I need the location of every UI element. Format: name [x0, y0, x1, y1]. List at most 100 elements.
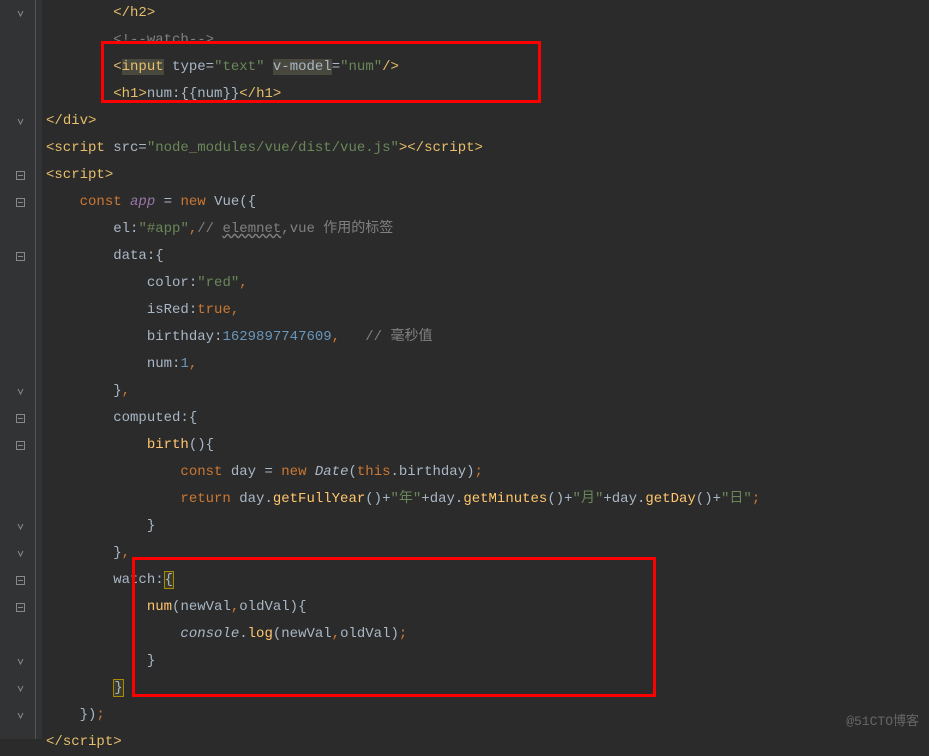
fold-close-icon[interactable]	[16, 387, 26, 397]
fold-open-icon[interactable]	[16, 252, 26, 262]
code-token: "#app"	[138, 221, 188, 237]
code-token: "red"	[197, 275, 239, 291]
code-token: })	[80, 707, 97, 723]
fold-open-icon[interactable]	[16, 171, 26, 181]
code-line[interactable]: watch:{	[46, 567, 929, 594]
code-line[interactable]: }	[46, 648, 929, 675]
code-token: return	[180, 491, 239, 507]
gutter-line	[0, 189, 42, 216]
code-token: (){	[189, 437, 214, 453]
code-token: oldVal)	[340, 626, 399, 642]
code-line[interactable]: num(newVal,oldVal){	[46, 594, 929, 621]
gutter-line	[0, 162, 42, 189]
code-token: ,	[231, 599, 239, 615]
fold-open-icon[interactable]	[16, 198, 26, 208]
fold-open-icon[interactable]	[16, 441, 26, 451]
gutter-line	[0, 297, 42, 324]
code-token: script	[54, 167, 104, 183]
gutter-line	[0, 702, 42, 729]
code-token: 1	[180, 356, 188, 372]
code-token: ,	[189, 221, 197, 237]
code-line[interactable]: </div>	[46, 108, 929, 135]
code-token: getFullYear	[273, 491, 365, 507]
gutter-line	[0, 594, 42, 621]
fold-close-icon[interactable]	[16, 549, 26, 559]
fold-close-icon[interactable]	[16, 117, 26, 127]
code-line[interactable]: </h2>	[46, 0, 929, 27]
code-token: const	[180, 464, 230, 480]
code-line[interactable]: return day.getFullYear()+"年"+day.getMinu…	[46, 486, 929, 513]
code-token: ()+	[696, 491, 721, 507]
code-token	[164, 59, 172, 75]
gutter-line	[0, 27, 42, 54]
code-line[interactable]: }	[46, 513, 929, 540]
code-token: type=	[172, 59, 214, 75]
code-token: new	[180, 194, 214, 210]
code-line[interactable]: isRed:true,	[46, 297, 929, 324]
code-token: day.	[239, 491, 273, 507]
code-line[interactable]: }	[46, 675, 929, 702]
code-line[interactable]: const app = new Vue({	[46, 189, 929, 216]
code-token: (	[348, 464, 356, 480]
code-line[interactable]: },	[46, 540, 929, 567]
code-area[interactable]: </h2> <!--watch--> <input type="text" v-…	[42, 0, 929, 739]
code-token: }	[113, 383, 121, 399]
code-line[interactable]: birth(){	[46, 432, 929, 459]
code-token: getDay	[645, 491, 695, 507]
code-token: true	[197, 302, 231, 318]
code-line[interactable]: </script>	[46, 729, 929, 756]
gutter-line	[0, 81, 42, 108]
code-line[interactable]: <script src="node_modules/vue/dist/vue.j…	[46, 135, 929, 162]
code-token: day =	[231, 464, 281, 480]
code-token: log	[248, 626, 273, 642]
code-line[interactable]: <!--watch-->	[46, 27, 929, 54]
code-token: }	[113, 545, 121, 561]
code-token: <	[113, 86, 121, 102]
gutter-line	[0, 405, 42, 432]
fold-open-icon[interactable]	[16, 603, 26, 613]
fold-close-icon[interactable]	[16, 684, 26, 694]
fold-close-icon[interactable]	[16, 711, 26, 721]
code-token: Date	[315, 464, 349, 480]
code-line[interactable]: <h1>num:{{num}}</h1>	[46, 81, 929, 108]
code-line[interactable]: },	[46, 378, 929, 405]
gutter-line	[0, 243, 42, 270]
code-token: >	[88, 113, 96, 129]
code-line[interactable]: num:1,	[46, 351, 929, 378]
code-line[interactable]: birthday:1629897747609, // 毫秒值	[46, 324, 929, 351]
code-token: elemnet	[222, 221, 281, 237]
code-line[interactable]: data:{	[46, 243, 929, 270]
code-token: (newVal	[273, 626, 332, 642]
fold-close-icon[interactable]	[16, 9, 26, 19]
code-line[interactable]: });	[46, 702, 929, 729]
code-token: script	[54, 140, 113, 156]
code-line[interactable]: console.log(newVal,oldVal);	[46, 621, 929, 648]
code-token: ,vue 作用的标签	[281, 221, 393, 237]
code-token: "日"	[721, 491, 752, 507]
code-token: watch:	[113, 572, 163, 588]
code-token: </	[46, 734, 63, 750]
code-token: this	[357, 464, 391, 480]
gutter	[0, 0, 42, 739]
code-line[interactable]: el:"#app",// elemnet,vue 作用的标签	[46, 216, 929, 243]
code-line[interactable]: <input type="text" v-model="num"/>	[46, 54, 929, 81]
code-token: app	[130, 194, 155, 210]
fold-close-icon[interactable]	[16, 657, 26, 667]
code-token: oldVal){	[239, 599, 306, 615]
code-token: =	[155, 194, 180, 210]
code-line[interactable]: computed:{	[46, 405, 929, 432]
code-token: isRed:	[147, 302, 197, 318]
fold-close-icon[interactable]	[16, 522, 26, 532]
fold-open-icon[interactable]	[16, 576, 26, 586]
code-token: >	[113, 734, 121, 750]
watermark: @51CTO博客	[846, 710, 919, 729]
fold-open-icon[interactable]	[16, 414, 26, 424]
code-line[interactable]: <script>	[46, 162, 929, 189]
code-line[interactable]: color:"red",	[46, 270, 929, 297]
code-token: ;	[752, 491, 760, 507]
code-token: h2	[130, 5, 147, 21]
code-token: ;	[475, 464, 483, 480]
code-token: =	[332, 59, 340, 75]
code-token: ,	[122, 383, 130, 399]
code-line[interactable]: const day = new Date(this.birthday);	[46, 459, 929, 486]
